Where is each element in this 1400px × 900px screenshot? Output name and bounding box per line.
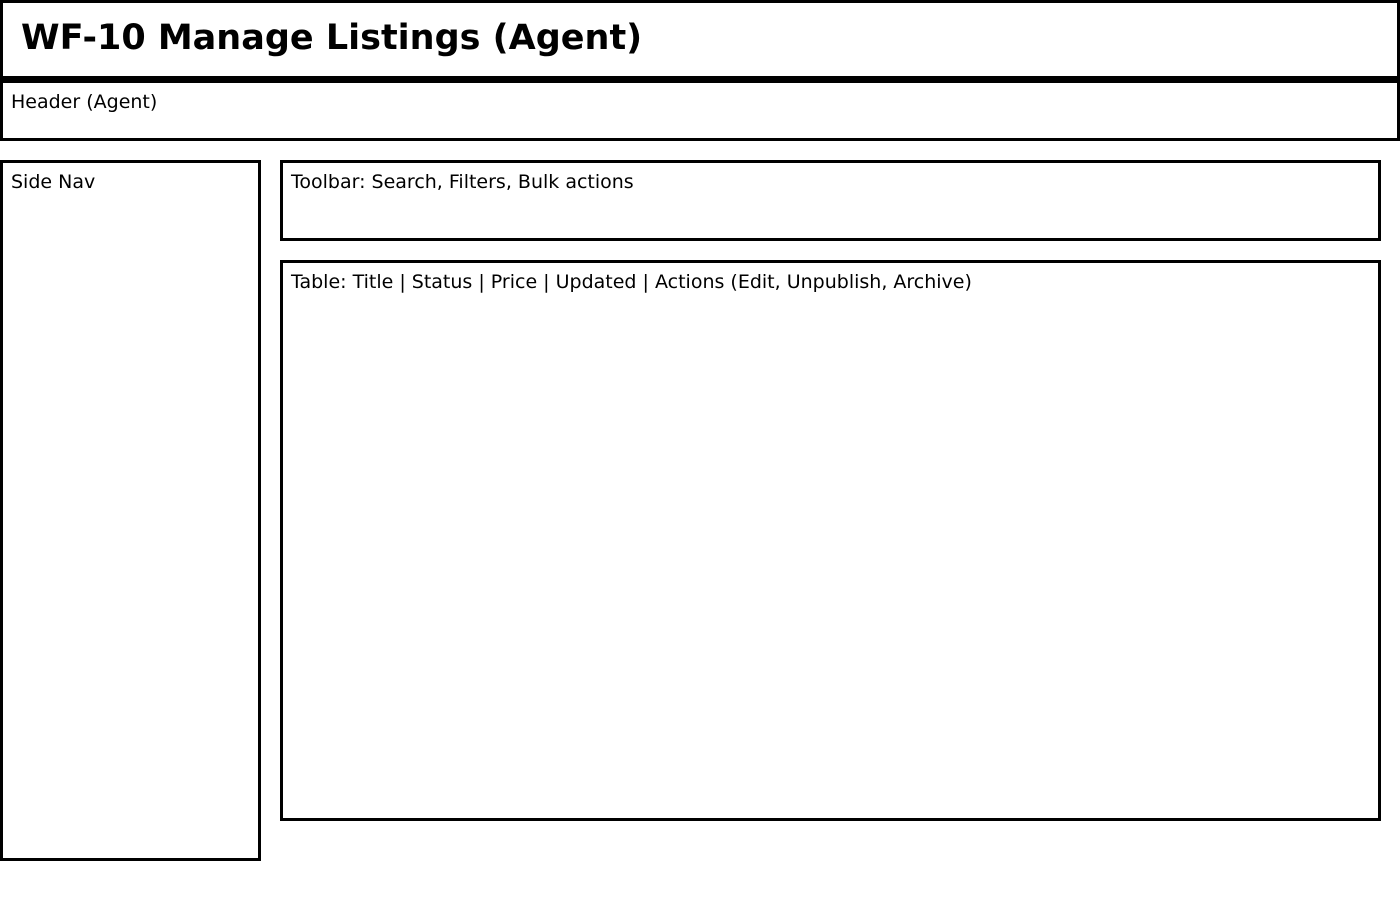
side-nav-region: Side Nav	[0, 160, 261, 861]
page-title: WF-10 Manage Listings (Agent)	[21, 18, 643, 58]
header-region: Header (Agent)	[0, 80, 1400, 141]
table-label: Table: Title | Status | Price | Updated …	[291, 271, 972, 293]
table-region: Table: Title | Status | Price | Updated …	[280, 260, 1381, 821]
wireframe-title-bar: WF-10 Manage Listings (Agent)	[0, 0, 1400, 80]
header-label: Header (Agent)	[11, 91, 158, 113]
toolbar-region: Toolbar: Search, Filters, Bulk actions	[280, 160, 1381, 241]
toolbar-label: Toolbar: Search, Filters, Bulk actions	[291, 171, 634, 193]
side-nav-label: Side Nav	[11, 171, 96, 193]
